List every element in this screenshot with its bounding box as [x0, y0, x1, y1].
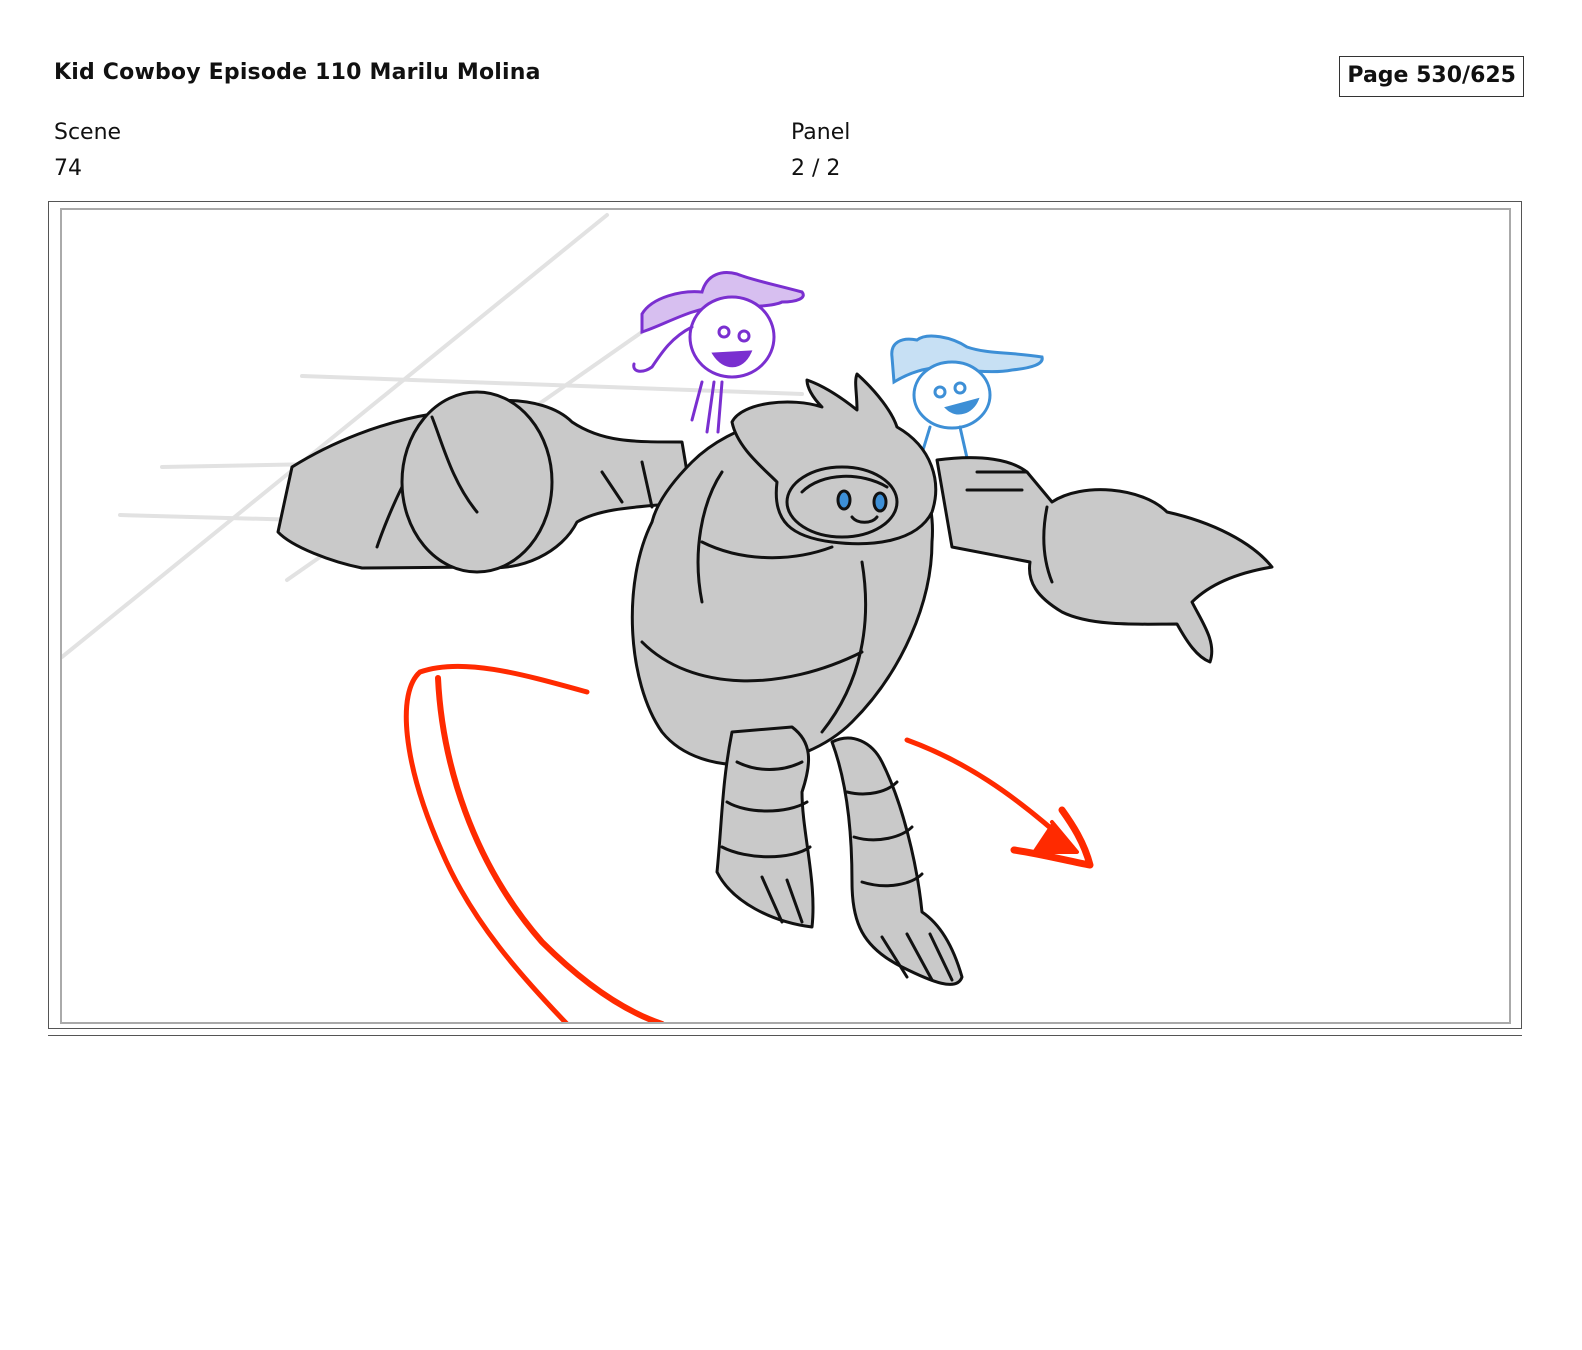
robot-character — [276, 372, 1274, 986]
panel-label: Panel — [791, 120, 851, 145]
document-title: Kid Cowboy Episode 110 Marilu Molina — [54, 60, 541, 85]
storyboard-panel — [60, 208, 1511, 1024]
panel-value: 2 / 2 — [791, 156, 841, 181]
scene-label: Scene — [54, 120, 122, 145]
storyboard-sketch — [62, 213, 1274, 1022]
motion-arrow — [904, 737, 1094, 869]
frame-bottom-rule — [48, 1035, 1522, 1036]
scene-value: 74 — [54, 156, 82, 181]
page-number-badge: Page 530/625 — [1339, 56, 1524, 97]
motion-arc — [403, 663, 665, 1022]
